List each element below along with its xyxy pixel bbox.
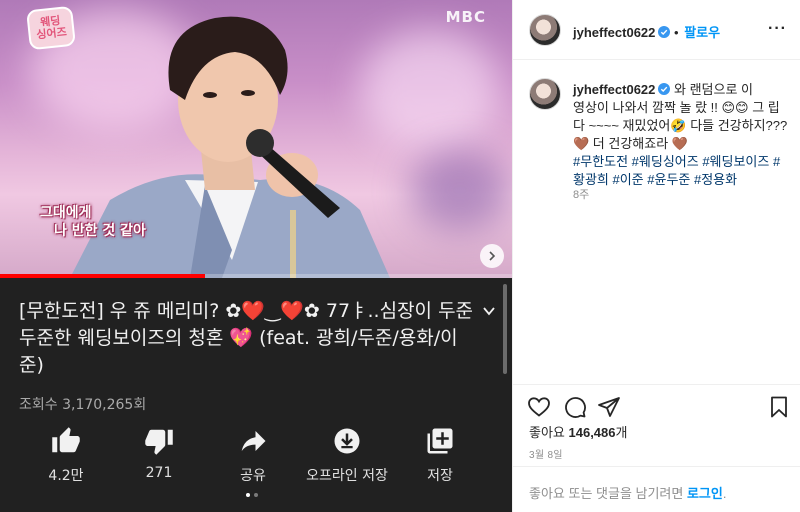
like-count: 4.2만	[48, 468, 84, 484]
likes-count: 146,486	[568, 425, 616, 440]
carousel-dot	[254, 493, 258, 497]
login-link[interactable]: 로그인	[687, 486, 723, 501]
more-options-icon[interactable]: ···	[768, 20, 787, 38]
download-icon	[334, 428, 360, 454]
scrollbar[interactable]	[503, 284, 507, 374]
login-prompt-text: 좋아요 또는 댓글을 남기려면	[529, 486, 687, 501]
bookmark-icon[interactable]	[767, 395, 791, 419]
chevron-down-icon[interactable]	[482, 304, 496, 318]
youtube-actions: 4.2만 271 공유 오프라인 저장 저장	[0, 424, 512, 494]
thumbs-down-icon	[145, 429, 173, 455]
video-progress-bar[interactable]	[0, 274, 512, 278]
show-logo-text: 웨딩 싱어즈	[35, 13, 68, 42]
offline-save-label: 오프라인 저장	[306, 468, 388, 484]
separator: •	[674, 25, 683, 40]
video-title[interactable]: [무한도전] 우 쥬 메리미? ✿❤️‿❤️✿ 77ㅑ..심장이 두준두준한 웨…	[19, 298, 474, 379]
username-link[interactable]: jyheffect0622	[573, 25, 655, 40]
save-playlist-icon	[427, 428, 453, 454]
comment-icon[interactable]	[563, 395, 587, 419]
caption-hashtags[interactable]: #무한도전 #웨딩싱어즈 #웨딩보이즈 #황광희 #이준 #윤두준 #정용화	[573, 154, 780, 187]
save-label: 저장	[427, 468, 453, 484]
verified-badge-icon	[658, 83, 671, 95]
view-count: 조회수 3,170,265회	[19, 397, 147, 413]
caption-time: 8주	[573, 189, 590, 201]
dislike-count: 271	[145, 465, 173, 481]
post-caption: jyheffect0622 와 랜덤으로 이 영상이 나와서 깜짝 놀 랐 !!…	[513, 60, 800, 380]
post-date: 3월 8일	[529, 450, 563, 461]
save-to-playlist-button[interactable]: 저장	[385, 424, 495, 485]
next-slide-button[interactable]	[480, 244, 504, 268]
video-progress-fill	[0, 274, 205, 278]
login-prompt-end: .	[722, 486, 727, 501]
post-header: jyheffect0622 • 팔로우 ···	[513, 0, 800, 60]
heart-icon[interactable]	[527, 395, 551, 419]
show-logo: 웨딩 싱어즈	[26, 5, 76, 51]
verified-badge-icon	[658, 26, 671, 38]
broadcaster-logo: MBC	[445, 8, 486, 26]
thumbs-up-icon	[52, 427, 80, 453]
avatar[interactable]	[529, 14, 561, 46]
post-actions	[513, 384, 800, 424]
post-media[interactable]: 웨딩 싱어즈 MBC 그대에게 나 반한 것 같아 [무한도전] 우 쥬 메리미…	[0, 0, 512, 512]
login-prompt: 좋아요 또는 댓글을 남기려면 로그인.	[529, 483, 726, 502]
share-direct-icon[interactable]	[597, 395, 621, 419]
post-panel: jyheffect0622 • 팔로우 ··· jyheffect0622 와 …	[512, 0, 800, 512]
follow-button[interactable]: 팔로우	[684, 25, 720, 40]
caption-username[interactable]: jyheffect0622	[573, 82, 655, 97]
subtitle-line: 그대에게	[40, 205, 92, 221]
header-user: jyheffect0622 • 팔로우	[573, 22, 720, 41]
share-label: 공유	[240, 468, 266, 484]
share-icon	[241, 431, 266, 451]
video-frame[interactable]: 웨딩 싱어즈 MBC 그대에게 나 반한 것 같아	[0, 0, 512, 278]
avatar[interactable]	[529, 78, 561, 110]
subtitle-line: 나 반한 것 같아	[54, 223, 146, 239]
video-subtitle: 그대에게 나 반한 것 같아	[40, 204, 146, 240]
caption-text: jyheffect0622 와 랜덤으로 이 영상이 나와서 깜짝 놀 랐 !!…	[573, 81, 789, 189]
chevron-right-icon	[489, 251, 496, 261]
likes-prefix: 좋아요	[529, 425, 569, 440]
carousel-dots	[246, 493, 258, 497]
carousel-dot-active	[246, 493, 250, 497]
like-summary[interactable]: 좋아요 146,486개	[529, 422, 627, 441]
comment-footer: 좋아요 또는 댓글을 남기려면 로그인.	[513, 466, 800, 512]
likes-suffix: 개	[615, 425, 628, 440]
